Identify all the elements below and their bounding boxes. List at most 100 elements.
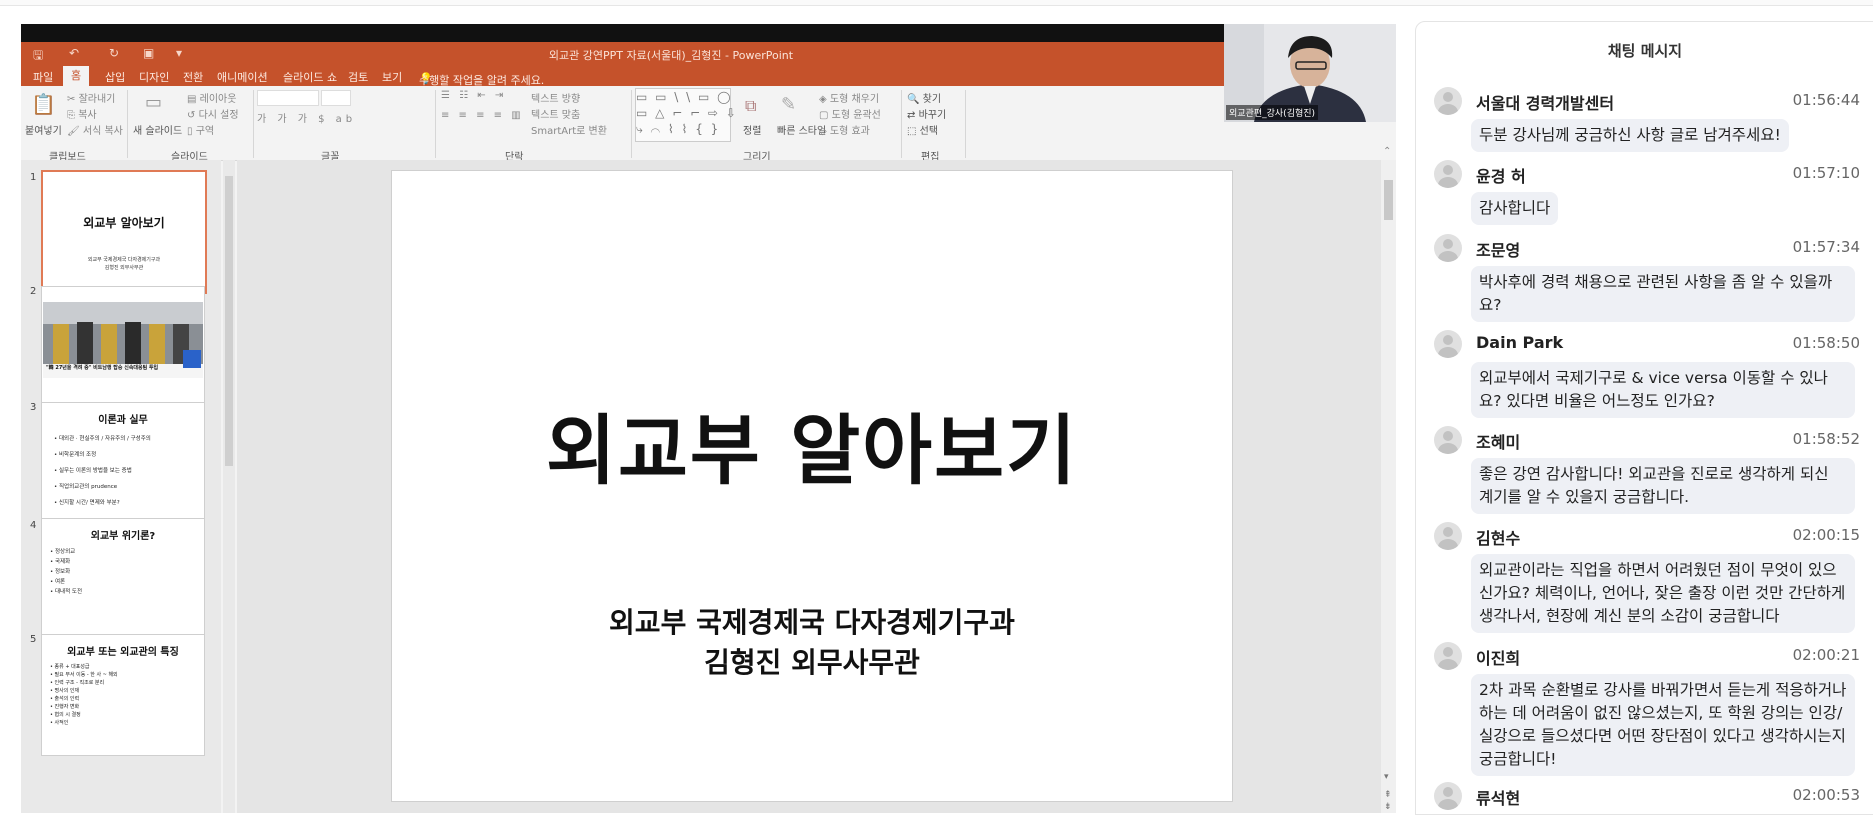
share-top-bar — [21, 24, 1396, 42]
arrange-button[interactable]: 정렬 — [743, 122, 761, 137]
slide-scrollbar[interactable]: ▾ ⇞ ⇟ — [1381, 160, 1396, 813]
format-painter-button[interactable]: 🖌 서식 복사 — [67, 122, 123, 137]
message-sender: 서울대 경력개발센터 — [1476, 94, 1615, 113]
tab-review[interactable]: 검토 — [348, 69, 368, 85]
section-button[interactable]: ▯ 구역 — [187, 122, 214, 137]
tab-insert[interactable]: 삽입 — [105, 69, 125, 85]
reset-label: 다시 설정 — [198, 110, 239, 121]
message-time: 02:00:21 — [1792, 646, 1860, 664]
previous-slide-icon[interactable]: ⇞ — [1384, 790, 1392, 800]
list-icons[interactable]: ☰ ☷ ⇤ ⇥ — [441, 90, 506, 101]
shapes-gallery[interactable]: ▭ ▭ \ \ ▭ ◯ ▭ △ ⌐ ⌐ ⇨ ⇩ ⤷ ⌒ ⌇ ⌇ { } — [635, 88, 736, 142]
thumbnail-line: 외교부 국제경제국 다자경제기구과 — [87, 257, 161, 263]
tab-slideshow[interactable]: 슬라이드 쇼 — [283, 69, 337, 85]
ppt-title-bar: 🖫 ↶ ↻ ▣ ▾ 외교관 강연PPT 자료(서울대)_김형진 - PowerP… — [21, 42, 1224, 66]
next-slide-icon[interactable]: ⇟ — [1384, 802, 1392, 812]
ribbon-separator — [965, 90, 966, 158]
news-caption: "韓 27년을 격려 중" 비트남행 탑승 신속대응팀 투입 — [46, 365, 159, 371]
shared-screen: 🖫 ↶ ↻ ▣ ▾ 외교관 강연PPT 자료(서울대)_김형진 - PowerP… — [21, 24, 1396, 813]
find-label: 찾기 — [922, 94, 942, 105]
thumbnail-bullets: • 종류 + 대표성급 • 필요 부서 이동 - 한 사 ~ 해외 • 인력 구… — [50, 663, 118, 727]
text-direction-button[interactable]: 텍스트 방향 — [531, 90, 580, 105]
new-slide-button[interactable]: 새 슬라이드 — [133, 122, 182, 137]
thumbnail-number: 3 — [30, 402, 37, 413]
align-icons[interactable]: ≡ ≡ ≡ ≡ ▥ — [441, 110, 524, 121]
slide-title[interactable]: 외교부 알아보기 — [392, 389, 1232, 499]
current-slide[interactable]: 외교부 알아보기 외교부 국제경제국 다자경제기구과 김형진 외무사무관 — [391, 170, 1233, 802]
message-text: 박사후에 경력 채용으로 관련된 사항을 좀 알 수 있을까요? — [1471, 266, 1855, 322]
replace-label: 바꾸기 — [918, 110, 947, 121]
thumbnail-bullets: • 정상외교 • 국제화 • 정보화 • 여론 • 대내적 도전 — [50, 547, 82, 597]
avatar — [1434, 642, 1462, 670]
thumbnail-title: 외교부 알아보기 — [83, 216, 165, 230]
slide-thumbnail-2[interactable]: "韓 27년을 격려 중" 비트남행 탑승 신속대응팀 투입 — [41, 286, 205, 408]
thumbnail-line: • 명사의 인재 — [50, 688, 80, 694]
font-name-box[interactable] — [257, 90, 319, 106]
tab-home[interactable]: 홈 — [63, 66, 90, 86]
thumbnail-line: • 실무는 이론의 방법을 보는 증법 — [54, 468, 132, 474]
redo-icon[interactable]: ↻ — [109, 46, 119, 60]
tab-view[interactable]: 보기 — [382, 69, 402, 85]
thumbnail-scrollbar[interactable] — [223, 160, 235, 813]
reset-button[interactable]: ↺ 다시 설정 — [187, 106, 239, 121]
message-text: 외교관이라는 직업을 하면서 어려웠던 점이 무엇이 있으신가요? 체력이나, … — [1471, 554, 1855, 633]
message-time: 02:00:53 — [1792, 786, 1860, 804]
cut-button[interactable]: ✂ 잘라내기 — [67, 90, 115, 105]
thumbnail-number: 2 — [30, 286, 37, 297]
avatar — [1434, 87, 1462, 115]
message-sender: 이진희 — [1476, 649, 1521, 668]
message-text: 두분 강사님께 궁금하신 사항 글로 남겨주세요! — [1471, 119, 1789, 152]
avatar — [1434, 426, 1462, 454]
chat-title: 채팅 메시지 — [1607, 42, 1683, 60]
shape-outline-button[interactable]: ▢ 도형 윤곽선 — [819, 106, 881, 121]
layout-button[interactable]: ▤ 레이아웃 — [187, 90, 236, 105]
window-title: 외교관 강연PPT 자료(서울대)_김형진 - PowerPoint — [548, 49, 794, 62]
thumbnail-line: • 협의 시 결정 — [50, 712, 81, 718]
thumbnail-line: • 신지할 시간/ 면제와 부분? — [54, 500, 120, 506]
quick-styles-icon[interactable]: ✎ — [781, 94, 796, 115]
shape-outline-label: 도형 윤곽선 — [831, 110, 881, 121]
message-sender: 조문영 — [1476, 241, 1521, 260]
tab-transitions[interactable]: 전환 — [183, 69, 203, 85]
slide-thumbnail-1[interactable]: 외교부 알아보기 외교부 국제경제국 다자경제기구과 김형진 외무사무관 — [41, 170, 207, 294]
slide-thumbnail-3[interactable]: 이론과 실무 • 대외관 · 현실주의 / 자유주의 / 구성주의 • 비학문계… — [41, 402, 205, 524]
slide-thumbnail-4[interactable]: 외교부 위기론? • 정상외교 • 국제화 • 정보화 • 여론 • 대내적 도… — [41, 518, 205, 640]
find-button[interactable]: 🔍 찾기 — [907, 90, 941, 105]
avatar — [1434, 160, 1462, 188]
speaker-name-label: 외교관편_강사(김형진) — [1226, 105, 1319, 120]
ribbon-separator — [435, 90, 436, 158]
slide-subtitle-line-1[interactable]: 외교부 국제경제국 다자경제기구과 — [392, 601, 1232, 641]
font-size-box[interactable] — [321, 90, 351, 106]
copy-button[interactable]: ⎘ 복사 — [67, 106, 97, 121]
slideshow-start-icon[interactable]: ▣ — [143, 46, 154, 60]
save-icon[interactable]: 🖫 — [33, 46, 43, 67]
slide-scrollbar-thumb[interactable] — [1384, 180, 1393, 220]
scroll-down-icon[interactable]: ▾ — [1384, 772, 1389, 782]
thumbnail-line: • 종류 + 대표성급 — [50, 664, 90, 670]
paste-button[interactable]: 붙여넣기 — [25, 122, 62, 137]
smartart-button[interactable]: SmartArt로 변환 — [531, 122, 607, 137]
message-time: 01:58:50 — [1792, 334, 1860, 352]
avatar — [1434, 330, 1462, 358]
replace-button[interactable]: ⇄ 바꾸기 — [907, 106, 946, 121]
shape-effects-button[interactable]: ◇ 도형 효과 — [819, 122, 870, 137]
shape-fill-button[interactable]: ◈ 도형 채우기 — [819, 90, 879, 105]
arrange-icon[interactable]: ⧉ — [745, 96, 756, 116]
select-label: 선택 — [919, 126, 939, 137]
thumbnail-scrollbar-thumb[interactable] — [225, 176, 233, 466]
tab-animations[interactable]: 애니메이션 — [217, 69, 268, 85]
tab-file[interactable]: 파일 — [33, 69, 53, 85]
align-text-button[interactable]: 텍스트 맞춤 — [531, 106, 580, 121]
new-slide-icon[interactable]: ▭ — [145, 92, 162, 113]
customize-toolbar-icon[interactable]: ▾ — [176, 46, 182, 60]
undo-icon[interactable]: ↶ — [69, 46, 79, 60]
paste-icon[interactable]: 📋 — [31, 92, 56, 116]
font-format-icons[interactable]: 가 가 가 $ ab — [257, 110, 356, 125]
slide-subtitle-line-2[interactable]: 김형진 외무사무관 — [392, 641, 1232, 681]
tab-design[interactable]: 디자인 — [139, 69, 169, 85]
select-button[interactable]: ⬚ 선택 — [907, 122, 938, 137]
slide-thumbnail-5[interactable]: 외교부 또는 외교관의 특징 • 종류 + 대표성급 • 필요 부서 이동 - … — [41, 634, 205, 756]
collapse-ribbon-icon[interactable]: ⌃ — [1383, 146, 1391, 157]
speaker-video: 외교관편_강사(김형진) — [1224, 24, 1396, 122]
message-text: 좋은 강연 감사합니다! 외교관을 진로로 생각하게 되신 계기를 알 수 있을… — [1471, 458, 1855, 514]
